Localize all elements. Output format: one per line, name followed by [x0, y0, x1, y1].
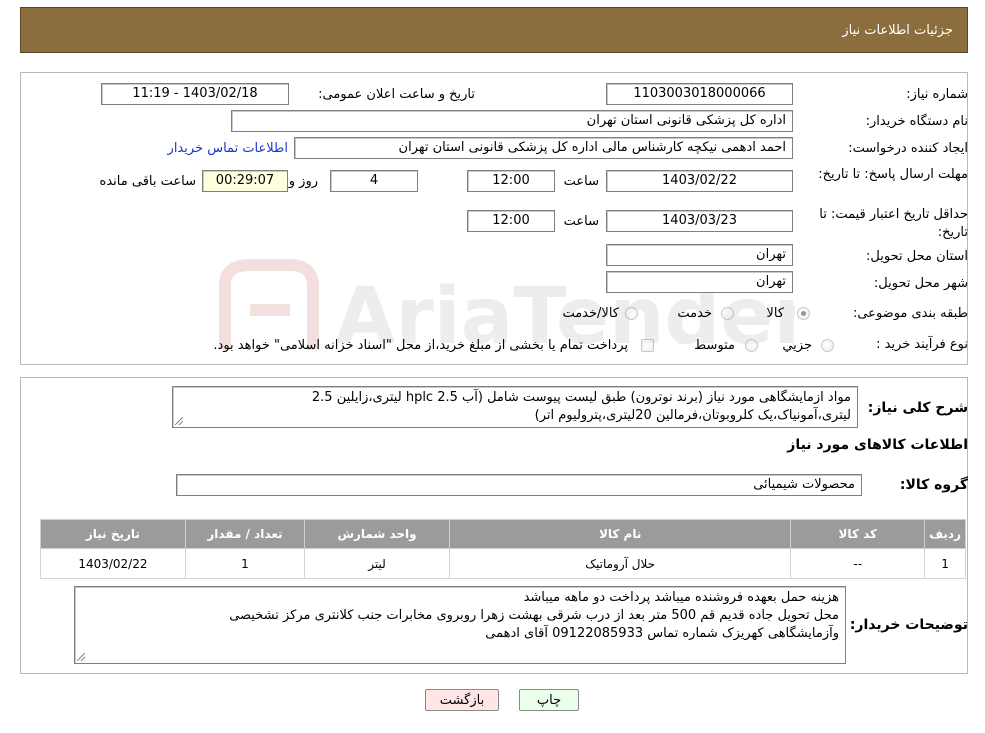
category-radio-service[interactable]: [721, 307, 734, 320]
announce-datetime-label: تاریخ و ساعت اعلان عمومی:: [318, 87, 475, 102]
purchase-radio-medium[interactable]: [745, 339, 758, 352]
province-label: استان محل تحویل:: [866, 249, 968, 264]
announce-datetime-field: 1403/02/18 - 11:19: [101, 83, 289, 105]
buyer-notes-line-2: محل تحویل جاده قدیم قم 500 متر بعد از در…: [229, 608, 839, 623]
purchase-radio-minor[interactable]: [821, 339, 834, 352]
validity-label: حداقل تاریخ اعتبار قیمت: تا تاریخ:: [793, 206, 968, 242]
cell-need-date: 1403/02/22: [40, 548, 186, 579]
purchase-option-medium: متوسط: [694, 338, 735, 353]
deadline-date-field: 1403/02/22: [606, 170, 793, 192]
deadline-label-text: مهلت ارسال پاسخ: تا تاریخ:: [818, 167, 968, 182]
deadline-time-label: ساعت: [563, 174, 599, 189]
col-header-row: ردیف: [924, 519, 966, 549]
category-option-goods-service: کالا/خدمت: [562, 306, 619, 321]
page-header: جزئیات اطلاعات نیاز: [20, 7, 968, 53]
remaining-time-field: 00:29:07: [202, 170, 288, 192]
items-table-header-row: ردیف کد کالا نام کالا واحد شمارش تعداد /…: [40, 519, 966, 549]
cell-quantity: 1: [184, 548, 306, 579]
print-button[interactable]: چاپ: [519, 689, 579, 711]
category-option-service: خدمت: [677, 306, 712, 321]
need-number-label: شماره نیاز:: [906, 87, 968, 102]
purchase-type-label: نوع فرآیند خرید :: [876, 337, 968, 352]
category-radio-goods[interactable]: [797, 307, 810, 320]
buyer-notes-label: توضیحات خریدار:: [849, 617, 968, 633]
category-label: طبقه بندی موضوعی:: [852, 306, 968, 321]
province-field: تهران: [606, 244, 793, 266]
description-line-1: مواد ازمایشگاهی مورد نیاز (برند نوترون) …: [311, 390, 851, 405]
deadline-days-field: 4: [330, 170, 418, 192]
cell-row-number: 1: [924, 548, 966, 579]
buyer-notes-textarea[interactable]: هزینه حمل بعهده فروشنده میباشد پرداخت دو…: [74, 586, 846, 664]
city-label: شهر محل تحویل:: [873, 276, 968, 291]
buyer-contact-link[interactable]: اطلاعات تماس خریدار: [168, 141, 288, 156]
resize-grip-icon[interactable]: [175, 417, 183, 425]
need-number-field: 1103003018000066: [606, 83, 793, 105]
col-header-name: نام کالا: [448, 519, 792, 549]
buyer-org-label: نام دستگاه خریدار:: [865, 114, 968, 129]
cell-unit: لیتر: [304, 548, 450, 579]
purchase-type-note: پرداخت تمام یا بخشی از مبلغ خرید،از محل …: [213, 338, 628, 353]
table-row: 1 -- حلال آروماتیک لیتر 1 1403/02/22: [40, 548, 966, 579]
goods-group-field: محصولات شیمیائی: [176, 474, 862, 496]
purchase-option-minor: جزیي: [782, 338, 812, 353]
deadline-days-label: روز و: [288, 174, 318, 189]
description-line-2: لیتری،آمونیاک،یک کلروبوتان،فرمالین 20لیت…: [534, 408, 851, 423]
cell-goods-code: --: [790, 548, 926, 579]
validity-time-field: 12:00: [467, 210, 555, 232]
treasury-payment-checkbox[interactable]: [641, 339, 654, 352]
remaining-time-label: ساعت باقی مانده: [99, 174, 196, 189]
col-header-date: تاریخ نیاز: [40, 519, 186, 549]
buyer-org-field: اداره کل پزشکی قانونی استان تهران: [231, 110, 793, 132]
deadline-time-field: 12:00: [467, 170, 555, 192]
goods-group-label: گروه کالا:: [899, 477, 968, 493]
validity-time-label: ساعت: [563, 214, 599, 229]
requester-field: احمد ادهمی نیکچه کارشناس مالی اداره کل پ…: [294, 137, 793, 159]
col-header-unit: واحد شمارش: [304, 519, 450, 549]
deadline-label: مهلت ارسال پاسخ: تا تاریخ:: [808, 166, 968, 184]
category-option-goods: کالا: [766, 306, 784, 321]
description-label: شرح کلی نیاز:: [867, 400, 968, 416]
cell-goods-name: حلال آروماتیک: [448, 548, 792, 579]
buyer-notes-line-3: وآزمایشگاهی کهریزک شماره تماس 0912208593…: [485, 626, 839, 641]
col-header-quantity: تعداد / مقدار: [184, 519, 306, 549]
page-title: جزئیات اطلاعات نیاز: [842, 23, 953, 38]
validity-date-field: 1403/03/23: [606, 210, 793, 232]
back-button[interactable]: بازگشت: [425, 689, 499, 711]
goods-section-title: اطلاعات کالاهای مورد نیاز: [787, 437, 968, 453]
buyer-notes-line-1: هزینه حمل بعهده فروشنده میباشد پرداخت دو…: [523, 590, 839, 605]
resize-grip-icon[interactable]: [77, 653, 85, 661]
items-table: ردیف کد کالا نام کالا واحد شمارش تعداد /…: [40, 519, 966, 579]
description-textarea[interactable]: مواد ازمایشگاهی مورد نیاز (برند نوترون) …: [172, 386, 858, 428]
requester-label: ایجاد کننده درخواست:: [848, 141, 968, 156]
validity-label-text: حداقل تاریخ اعتبار قیمت: تا تاریخ:: [819, 207, 968, 240]
category-radio-goods-service[interactable]: [625, 307, 638, 320]
col-header-code: کد کالا: [790, 519, 926, 549]
city-field: تهران: [606, 271, 793, 293]
